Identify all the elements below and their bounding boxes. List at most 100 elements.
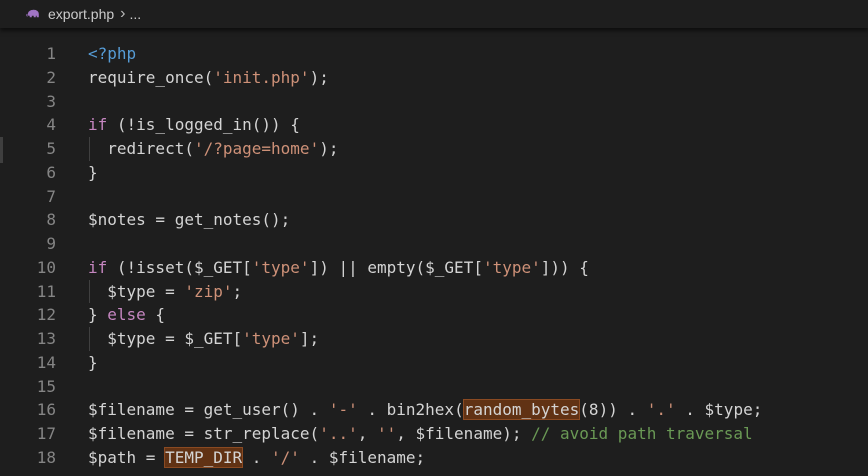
line-number: 17 [36,424,56,443]
code-token: (!is_logged_in()) { [107,115,300,135]
code-token: '/?page=home' [193,139,320,158]
code-line[interactable]: 2 require_once('init.php'); [0,66,868,90]
code-line[interactable]: 9 [0,232,868,256]
code-token: <?php [88,44,137,63]
code-token: ; [232,281,243,301]
code-token: . bin2hex( [357,400,464,420]
code-text: <?php [88,42,136,66]
code-token: ])) { [540,257,589,277]
code-token: $type = $_GET[ [88,329,243,348]
line-number: 8 [46,210,56,230]
code-line[interactable]: 8 $notes = get_notes(); [0,208,868,232]
php-elephant-icon [26,7,42,21]
code-text: $notes = get_notes(); [88,208,290,232]
breadcrumb-file-name[interactable]: export.php [48,6,114,22]
code-line[interactable]: 3 [0,90,868,114]
code-text: require_once('init.php'); [88,66,329,90]
code-token: ]) || empty($_GET[ [309,257,483,277]
code-line[interactable]: 7 [0,185,868,209]
code-token: 'type' [242,329,300,348]
code-token: } [88,305,108,325]
code-text: $filename = str_replace('..', '', $filen… [88,422,753,446]
line-number: 5 [46,139,56,158]
line-number: 12 [36,305,56,325]
code-line[interactable]: 5 redirect('/?page=home'); [0,137,868,161]
code-token: 'type' [482,257,541,277]
line-number: 10 [36,257,56,277]
line-number: 15 [36,376,56,396]
code-token: } [88,352,98,372]
line-number: 16 [36,400,56,420]
code-editor[interactable]: export.php › ... 1 <?php 2 require_once('in… [0,0,868,476]
code-line[interactable]: 17 $filename = str_replace('..', '', $fil… [0,422,868,446]
line-number: 4 [46,115,56,135]
highlighted-token: TEMP_DIR [164,446,244,468]
code-text: } [88,351,98,375]
code-token: $type = [88,281,185,301]
line-number: 2 [46,67,56,87]
code-token: require_once( [88,67,214,87]
code-token: $filename = get_user() . [88,400,329,420]
code-token: 'zip' [184,281,233,301]
code-token: { [145,305,166,325]
code-line[interactable]: 14} [0,351,868,375]
line-number: 3 [46,91,56,111]
highlighted-token: random_bytes [462,399,581,421]
breadcrumb-more[interactable]: ... [130,6,142,22]
code-text: $type = $_GET['type']; [88,327,319,351]
code-token: '.' [646,400,676,420]
code-token: $filename = str_replace( [88,424,320,443]
code-token: . [242,447,272,467]
code-token: if [88,115,108,135]
code-text: if (!is_logged_in()) { [88,113,300,137]
code-token: , [357,424,377,443]
code-line[interactable]: 4 if (!is_logged_in()) { [0,113,868,137]
code-line[interactable]: 16 $filename = get_user() . '-' . bin2hex… [0,398,868,422]
code-token: 'init.php' [213,67,310,87]
code-token: '..' [319,424,358,443]
code-line[interactable]: 6} [0,161,868,185]
line-number: 6 [46,162,56,182]
code-token: '' [376,424,397,443]
code-token: . $type; [675,400,763,420]
line-number: 11 [36,281,56,301]
code-text: $path = TEMP_DIR . '/' . $filename; [88,446,425,470]
code-line[interactable]: 15 [0,375,868,399]
line-number: 18 [36,447,56,467]
code-line[interactable]: 11 $type = 'zip'; [0,279,868,304]
code-token: $notes = get_notes(); [88,210,291,230]
code-token: ]; [299,329,320,348]
code-token: } [88,162,98,182]
code-text: redirect('/?page=home'); [88,137,338,161]
code-text: } [88,161,98,185]
code-token: // avoid path traversal [531,424,753,443]
code-text: if (!isset($_GET['type']) || empty($_GET… [88,256,589,280]
code-text: $filename = get_user() . '-' . bin2hex(r… [88,398,762,422]
line-number: 1 [46,44,56,63]
code-token: '/' [271,447,300,467]
code-token: ); [309,67,329,87]
code-token: . $filename; [299,447,426,467]
code-area[interactable]: 1 <?php 2 require_once('init.php'); 3 4 if (!i… [0,42,868,470]
code-line[interactable]: 1 <?php [0,42,868,66]
line-number: 13 [36,329,56,348]
code-token: $path = [88,447,166,467]
code-line[interactable]: 10 if (!isset($_GET['type']) || empty($_G… [0,256,868,280]
code-line[interactable]: 13 $type = $_GET['type']; [0,327,868,351]
code-text: } else { [88,303,165,327]
code-token: if [88,257,108,277]
code-token: redirect( [88,139,194,158]
code-token: , $filename); [396,424,532,443]
code-token: else [107,305,146,325]
code-token: ); [319,139,339,158]
line-number: 14 [36,352,56,372]
code-line[interactable]: 18 $path = TEMP_DIR . '/' . $filename; [0,446,868,470]
code-line[interactable]: 12} else { [0,303,868,327]
line-number: 7 [46,186,56,206]
code-token: 'type' [251,257,310,277]
breadcrumb-separator: › [120,5,126,22]
code-token: (!isset($_GET[ [107,257,252,277]
breadcrumb: export.php › ... [0,0,868,28]
line-number: 9 [46,234,56,253]
code-token: '-' [328,400,358,420]
